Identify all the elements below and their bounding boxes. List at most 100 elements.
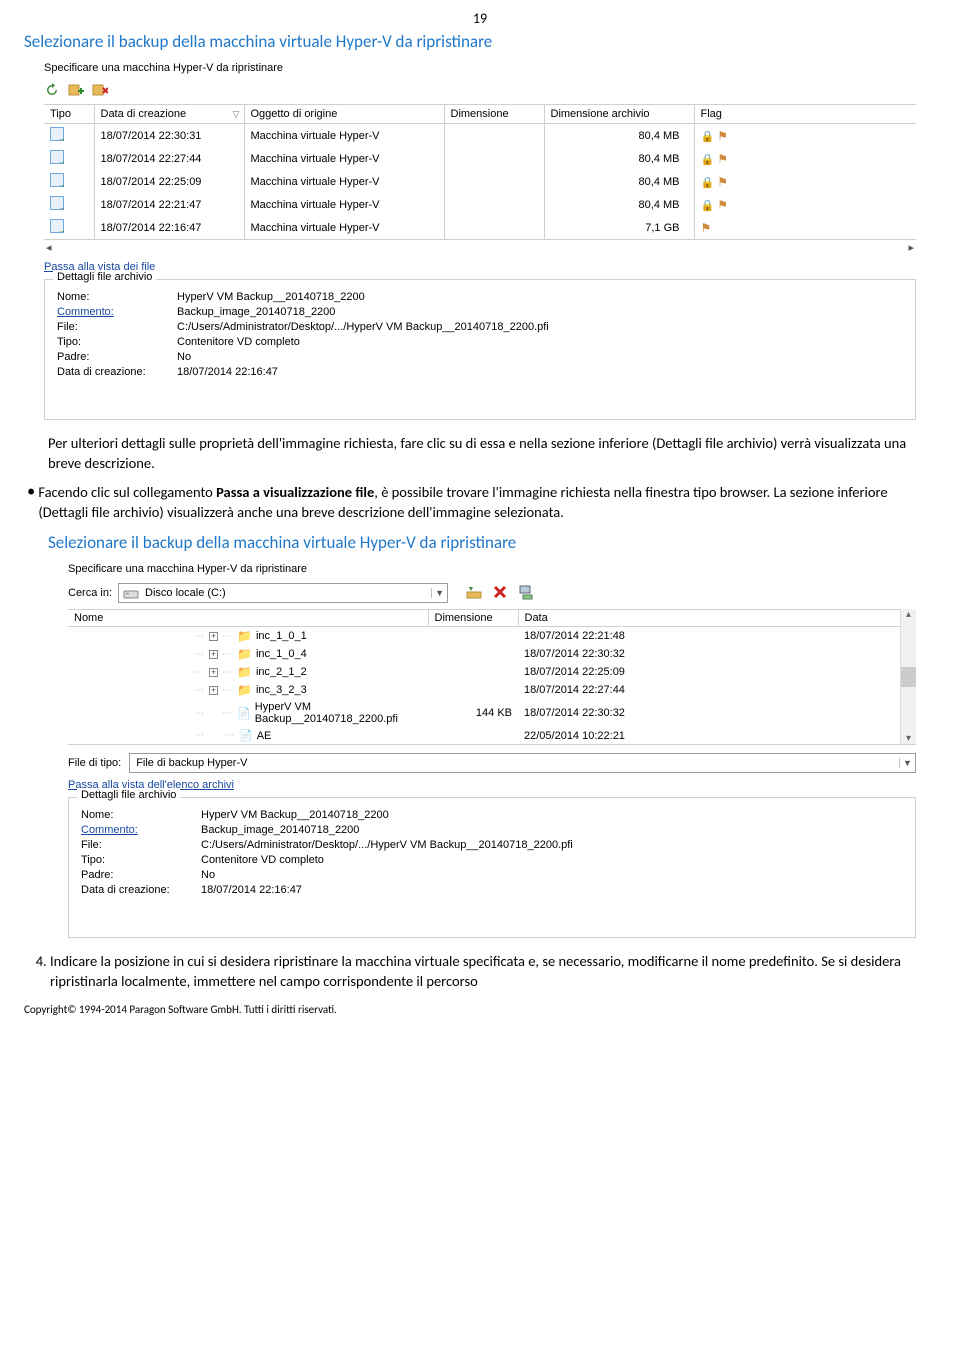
search-in-value: Disco locale (C:): [143, 587, 431, 599]
expand-icon[interactable]: +: [209, 632, 218, 641]
h-scrollbar[interactable]: ◂▸: [44, 239, 916, 255]
lock-icon: 🔒: [701, 131, 715, 143]
flag-icon: ⚑: [717, 152, 728, 166]
chevron-down-icon[interactable]: ▼: [431, 588, 447, 598]
col-archive-size[interactable]: Dimensione archivio: [544, 105, 694, 124]
remove-archive-icon[interactable]: [92, 82, 108, 98]
col-flag[interactable]: Flag: [694, 105, 916, 124]
flag-icon: ⚑: [717, 198, 728, 212]
detail-file-label: File:: [57, 321, 177, 333]
archive-details-fieldset-2: Dettagli file archivio Nome:HyperV VM Ba…: [68, 797, 916, 938]
detail-comment-label[interactable]: Commento:: [57, 306, 177, 318]
table-row[interactable]: ⋯⋯📄 AE22/05/2014 10:22:21: [68, 727, 916, 744]
detail-name-value: HyperV VM Backup__20140718_2200: [201, 809, 389, 821]
expand-icon[interactable]: +: [209, 668, 218, 677]
detail-name-label: Nome:: [57, 291, 177, 303]
table-row[interactable]: ⋯+⋯📁 inc_3_2_318/07/2014 22:27:44: [68, 681, 916, 699]
expand-icon[interactable]: +: [209, 686, 218, 695]
file-icon: 📄: [239, 729, 253, 742]
archive-type-icon: [50, 150, 64, 164]
detail-date-label: Data di creazione:: [81, 884, 201, 896]
col-date[interactable]: Data: [518, 610, 916, 627]
col-date[interactable]: Data di creazione▽: [94, 105, 244, 124]
v-scrollbar[interactable]: ▴▾: [900, 609, 916, 744]
folder-icon: 📁: [237, 647, 252, 661]
flag-icon: ⚑: [717, 129, 728, 143]
detail-name-label: Nome:: [81, 809, 201, 821]
col-size[interactable]: Dimensione: [428, 610, 518, 627]
table-row[interactable]: ⋯+⋯📁 inc_2_1_218/07/2014 22:25:09: [68, 663, 916, 681]
detail-file-value: C:/Users/Administrator/Desktop/.../Hyper…: [201, 839, 573, 851]
archive-details-fieldset: Dettagli file archivio Nome:HyperV VM Ba…: [44, 279, 916, 420]
table-row[interactable]: ⋯+⋯📁 inc_1_0_118/07/2014 22:21:48: [68, 627, 916, 646]
archive-type-icon: [50, 196, 64, 210]
detail-type-label: Tipo:: [57, 336, 177, 348]
search-in-combo[interactable]: Disco locale (C:) ▼: [118, 583, 448, 603]
col-name[interactable]: Nome: [68, 610, 428, 627]
detail-date-value: 18/07/2014 22:16:47: [201, 884, 302, 896]
archive-type-icon: [50, 127, 64, 141]
col-origin[interactable]: Oggetto di origine: [244, 105, 444, 124]
detail-name-value: HyperV VM Backup__20140718_2200: [177, 291, 365, 303]
detail-date-label: Data di creazione:: [57, 366, 177, 378]
folder-icon: 📁: [237, 629, 252, 643]
delete-icon[interactable]: [492, 584, 508, 603]
col-dimension[interactable]: Dimensione: [444, 105, 544, 124]
paragraph-details: Per ulteriori dettagli sulle proprietà d…: [48, 434, 936, 473]
folder-icon: 📁: [237, 683, 252, 697]
detail-parent-value: No: [201, 869, 215, 881]
fieldset-legend: Dettagli file archivio: [53, 271, 156, 283]
section-heading-2: Selezionare il backup della macchina vir…: [48, 532, 936, 553]
detail-date-value: 18/07/2014 22:16:47: [177, 366, 278, 378]
archive-type-icon: [50, 219, 64, 233]
disk-icon: [123, 586, 139, 600]
filetype-combo[interactable]: File di backup Hyper-V ▼: [129, 753, 916, 773]
detail-file-value: C:/Users/Administrator/Desktop/.../Hyper…: [177, 321, 549, 333]
flag-icon: ⚑: [701, 221, 712, 235]
col-type[interactable]: Tipo: [44, 105, 94, 124]
folder-icon: 📁: [237, 665, 252, 679]
detail-file-label: File:: [81, 839, 201, 851]
page-number: 19: [24, 10, 936, 27]
table-row[interactable]: 18/07/2014 22:16:47Macchina virtuale Hyp…: [44, 216, 916, 239]
add-archive-icon[interactable]: [68, 82, 84, 98]
network-icon[interactable]: [518, 584, 534, 603]
list-item-4: Indicare la posizione in cui si desidera…: [50, 952, 936, 991]
filetype-value: File di backup Hyper-V: [130, 757, 899, 769]
toolbar: [44, 82, 916, 98]
table-row[interactable]: ⋯⋯📄 HyperV VM Backup__20140718_2200.pfi1…: [68, 699, 916, 727]
detail-parent-label: Padre:: [81, 869, 201, 881]
detail-comment-value: Backup_image_20140718_2200: [201, 824, 359, 836]
filetype-label: File di tipo:: [68, 757, 121, 769]
screenshot-archive-view: Specificare una macchina Hyper-V da ripr…: [44, 62, 916, 420]
bullet-text: Facendo clic sul collegamento Passa a vi…: [38, 483, 936, 522]
spec-label-2: Specificare una macchina Hyper-V da ripr…: [68, 563, 916, 575]
table-row[interactable]: 18/07/2014 22:25:09Macchina virtuale Hyp…: [44, 170, 916, 193]
search-in-label: Cerca in:: [68, 587, 112, 599]
lock-icon: 🔒: [701, 200, 715, 212]
archive-table: Tipo Data di creazione▽ Oggetto di origi…: [44, 104, 916, 239]
screenshot-file-view: Specificare una macchina Hyper-V da ripr…: [68, 563, 916, 938]
expand-icon[interactable]: +: [209, 650, 218, 659]
table-row[interactable]: 18/07/2014 22:30:31Macchina virtuale Hyp…: [44, 124, 916, 148]
table-row[interactable]: 18/07/2014 22:21:47Macchina virtuale Hyp…: [44, 193, 916, 216]
table-row[interactable]: ⋯+⋯📁 inc_1_0_418/07/2014 22:30:32: [68, 645, 916, 663]
flag-icon: ⚑: [717, 175, 728, 189]
detail-parent-value: No: [177, 351, 191, 363]
file-icon: 📄: [237, 707, 251, 720]
table-row[interactable]: 18/07/2014 22:27:44Macchina virtuale Hyp…: [44, 147, 916, 170]
numbered-list: Indicare la posizione in cui si desidera…: [24, 952, 936, 991]
file-tree-table: Nome Dimensione Data ⋯+⋯📁 inc_1_0_118/07…: [68, 609, 916, 744]
detail-type-label: Tipo:: [81, 854, 201, 866]
fieldset-legend-2: Dettagli file archivio: [77, 789, 180, 801]
chevron-down-icon[interactable]: ▼: [899, 758, 915, 768]
lock-icon: 🔒: [701, 154, 715, 166]
detail-comment-value: Backup_image_20140718_2200: [177, 306, 335, 318]
footer-copyright: Copyright© 1994-2014 Paragon Software Gm…: [24, 1003, 936, 1016]
detail-comment-label[interactable]: Commento:: [81, 824, 201, 836]
new-folder-icon[interactable]: [466, 584, 482, 603]
spec-label: Specificare una macchina Hyper-V da ripr…: [44, 62, 916, 74]
detail-type-value: Contenitore VD completo: [201, 854, 324, 866]
refresh-icon[interactable]: [44, 82, 60, 98]
archive-type-icon: [50, 173, 64, 187]
